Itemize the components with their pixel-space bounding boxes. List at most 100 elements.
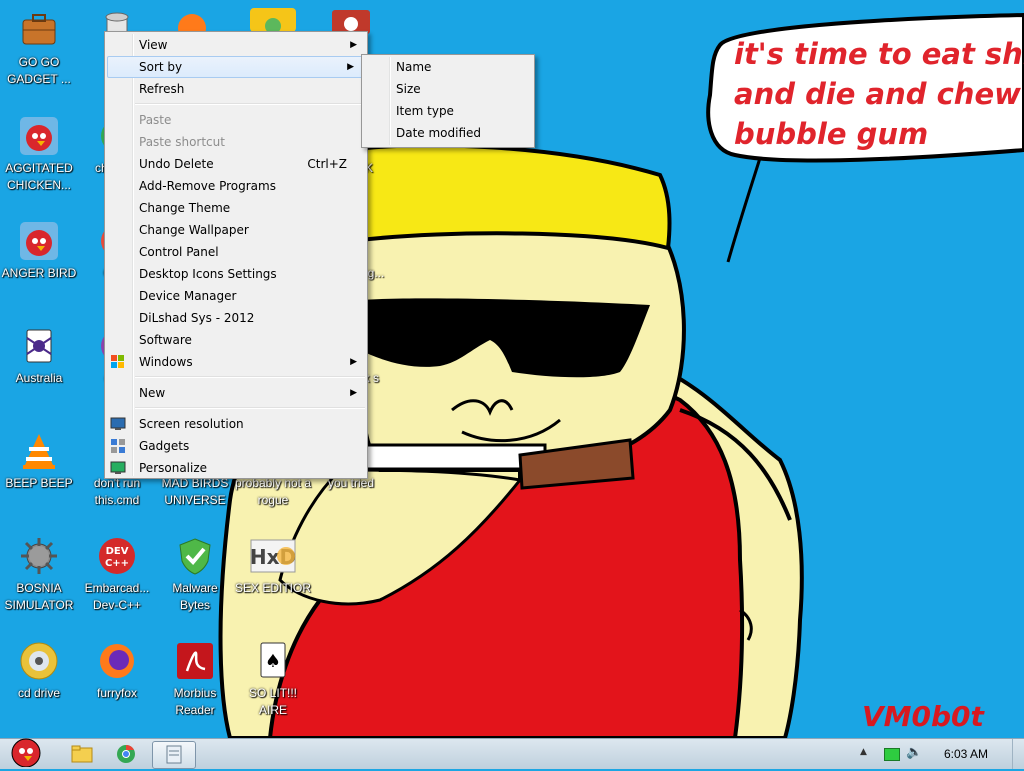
menu-item-windows[interactable]: Windows ▶: [105, 351, 367, 373]
menu-item-paste[interactable]: Paste: [105, 109, 367, 131]
malware-bytes-icon[interactable]: Malware Bytes: [156, 530, 234, 614]
bosnia-simulator-icon[interactable]: BOSNIA SIMULATOR: [0, 530, 78, 614]
menu-item-change-theme[interactable]: Change Theme: [105, 197, 367, 219]
artist-signature: VM0b0t: [862, 700, 984, 733]
menu-item-label: Name: [396, 60, 432, 74]
menu-item-desktop-icons-settings[interactable]: Desktop Icons Settings: [105, 263, 367, 285]
icon-label: Australia: [15, 371, 63, 385]
icon-label: Malware Bytes: [172, 581, 218, 612]
icon-label: SO LIT!!! AIRE: [248, 686, 297, 717]
submenu-arrow-icon: ▶: [350, 40, 357, 50]
volume-icon[interactable]: 🔈: [906, 745, 922, 760]
menu-item-undo-delete[interactable]: Undo Delete Ctrl+Z: [105, 153, 367, 175]
menu-item-label: Item type: [396, 104, 454, 118]
menu-item-label: Refresh: [139, 82, 185, 96]
dev-cpp-icon: DEV C++: [97, 536, 137, 576]
menu-item-view[interactable]: View ▶: [105, 34, 367, 56]
spiked-mine-icon: [19, 536, 59, 576]
menu-item-gadgets[interactable]: Gadgets: [105, 435, 367, 457]
menu-item-add-remove-programs[interactable]: Add-Remove Programs: [105, 175, 367, 197]
australia-icon[interactable]: Australia: [0, 320, 78, 387]
battery-icon[interactable]: [884, 748, 900, 761]
icon-label: BOSNIA SIMULATOR: [4, 581, 74, 612]
taskbar-chrome-button[interactable]: [106, 741, 146, 767]
menu-item-label: Software: [139, 333, 192, 347]
taskbar: ▲ 🔈 6:03 AM: [0, 738, 1024, 769]
cd-drive-icon[interactable]: cd drive: [0, 635, 78, 702]
icon-label: Morbius Reader: [173, 686, 217, 717]
menu-item-label: Gadgets: [139, 439, 190, 453]
show-desktop-button[interactable]: [1012, 739, 1024, 769]
character-hair: [347, 143, 672, 251]
top-row-icon-2[interactable]: [250, 8, 296, 34]
menu-item-dilshad-sys[interactable]: DiLshad Sys - 2012: [105, 307, 367, 329]
top-row-icon-1[interactable]: [172, 8, 212, 42]
menu-item-label: New: [139, 386, 166, 400]
icon-label: GO GO GADGET ...: [7, 55, 71, 86]
angry-bird-icon: [19, 116, 59, 156]
svg-text:♠: ♠: [265, 651, 281, 672]
desktop[interactable]: it's time to eat shit and die and chew b…: [0, 0, 1024, 738]
menu-item-control-panel[interactable]: Control Panel: [105, 241, 367, 263]
menu-item-device-manager[interactable]: Device Manager: [105, 285, 367, 307]
sex-editior-icon[interactable]: HxD SEX EDITIOR: [234, 530, 312, 597]
sort-option-name[interactable]: Name: [362, 56, 534, 78]
start-button[interactable]: [4, 733, 48, 768]
menu-item-label: Undo Delete: [139, 157, 214, 171]
icon-label: cd drive: [17, 686, 61, 700]
hxd-icon: HxD: [250, 536, 296, 576]
go-go-gadget-icon[interactable]: GO GO GADGET ...: [0, 4, 78, 88]
firefox-icon: [97, 641, 137, 681]
svg-text:DEV: DEV: [106, 546, 129, 557]
sort-option-size[interactable]: Size: [362, 78, 534, 100]
menu-item-label: Sort by: [139, 60, 183, 74]
menu-item-software[interactable]: Software: [105, 329, 367, 351]
notepad-icon: [166, 745, 182, 764]
show-hidden-icons-arrow[interactable]: ▲: [860, 747, 867, 757]
speech-bubble-tail: [726, 157, 762, 263]
menu-item-label: Size: [396, 82, 421, 96]
icon-label: furryfox: [96, 686, 137, 700]
angry-bird-icon: [19, 221, 59, 261]
menu-item-sort-by[interactable]: Sort by ▶: [107, 56, 365, 78]
menu-item-personalize[interactable]: Personalize: [105, 457, 367, 479]
menu-item-label: Paste shortcut: [139, 135, 225, 149]
solitaire-cards-icon: ♠: [253, 641, 293, 681]
menu-item-screen-resolution[interactable]: Screen resolution: [105, 413, 367, 435]
sort-option-date-modified[interactable]: Date modified: [362, 122, 534, 144]
aggitated-chicken-icon[interactable]: AGGITATED CHICKEN...: [0, 110, 78, 194]
icon-label: Embarcad... Dev-C++: [84, 581, 150, 612]
icon-label: SEX EDITIOR: [234, 581, 311, 595]
icon-label: probably not a rogue: [234, 476, 312, 507]
menu-item-new[interactable]: New ▶: [105, 382, 367, 404]
briefcase-icon: [19, 10, 59, 50]
menu-item-refresh[interactable]: Refresh: [105, 78, 367, 100]
clock-time[interactable]: 6:03 AM: [944, 747, 988, 761]
character-teeth: [363, 443, 547, 471]
icon-label: BEEP BEEP: [5, 476, 73, 490]
firefox-icon[interactable]: furryfox: [78, 635, 156, 702]
taskbar-notepad-button[interactable]: [152, 741, 196, 769]
speech-line: it's time to eat shit: [734, 37, 1024, 71]
menu-item-label: Change Theme: [139, 201, 231, 215]
morbius-reader-icon[interactable]: Morbius Reader: [156, 635, 234, 719]
anger-bird-icon[interactable]: ANGER BIRD: [0, 215, 78, 282]
menu-item-change-wallpaper[interactable]: Change Wallpaper: [105, 219, 367, 241]
embarcadero-icon[interactable]: DEV C++ Embarcad... Dev-C++: [78, 530, 156, 614]
sort-by-submenu: Name Size Item type Date modified: [361, 54, 535, 148]
windows-flag-icon: [110, 354, 126, 370]
monitor-icon: [110, 416, 126, 432]
menu-item-label: View: [139, 38, 168, 52]
menu-item-label: Personalize: [139, 461, 208, 475]
sort-option-item-type[interactable]: Item type: [362, 100, 534, 122]
menu-item-label: Add-Remove Programs: [139, 179, 276, 193]
beep-beep-icon[interactable]: BEEP BEEP: [0, 425, 78, 492]
submenu-arrow-icon: ▶: [350, 388, 357, 398]
speech-line: bubble gum: [734, 117, 929, 151]
menu-item-label: Desktop Icons Settings: [139, 267, 277, 281]
menu-item-label: Date modified: [396, 126, 482, 140]
so-lit-icon[interactable]: ♠ SO LIT!!! AIRE: [234, 635, 312, 719]
taskbar-explorer-button[interactable]: [62, 741, 102, 767]
speech-line: and die and chew: [734, 77, 1021, 111]
menu-item-paste-shortcut[interactable]: Paste shortcut: [105, 131, 367, 153]
